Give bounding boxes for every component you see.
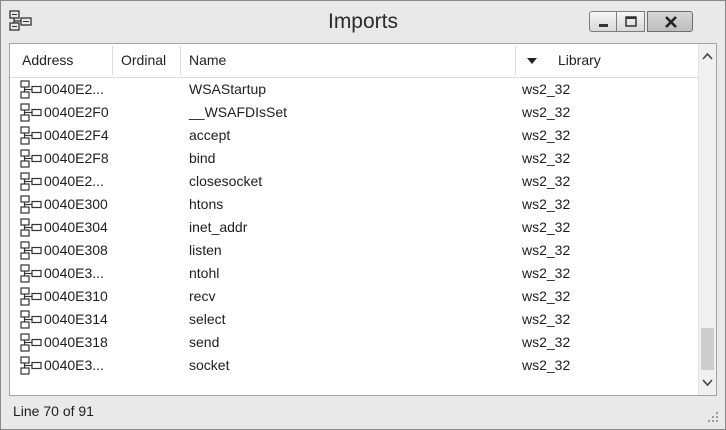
cell-library: ws2_32 xyxy=(522,173,571,189)
cell-address: 0040E2F0 xyxy=(44,104,109,120)
cell-library: ws2_32 xyxy=(522,104,571,120)
cell-library: ws2_32 xyxy=(522,288,571,304)
cell-library: ws2_32 xyxy=(522,150,571,166)
cell-library: ws2_32 xyxy=(522,265,571,281)
status-bar: Line 70 of 91 xyxy=(1,397,725,429)
table-row[interactable]: 0040E3... ntohl ws2_32 xyxy=(10,262,698,285)
vertical-scrollbar[interactable] xyxy=(698,44,716,395)
cell-name: accept xyxy=(189,127,231,143)
cell-name: recv xyxy=(189,288,216,304)
import-entry-icon xyxy=(20,80,42,99)
cell-address: 0040E2F4 xyxy=(44,127,109,143)
minimize-button[interactable] xyxy=(589,11,617,32)
scroll-up-icon[interactable] xyxy=(699,48,716,65)
table-row[interactable]: 0040E2F4 accept ws2_32 xyxy=(10,124,698,147)
cell-name: select xyxy=(189,311,226,327)
cell-name: inet_addr xyxy=(189,219,248,235)
import-entry-icon xyxy=(20,149,42,168)
resize-grip-icon[interactable] xyxy=(707,411,719,423)
table-row[interactable]: 0040E2F0 __WSAFDIsSet ws2_32 xyxy=(10,101,698,124)
imports-window: Imports Address Ordinal Name Library 004… xyxy=(0,0,726,430)
cell-name: send xyxy=(189,334,220,350)
table-row[interactable]: 0040E2... WSAStartup ws2_32 xyxy=(10,78,698,101)
list-header: Address Ordinal Name Library xyxy=(10,44,698,78)
import-entry-icon xyxy=(20,126,42,145)
table-row[interactable]: 0040E2... closesocket ws2_32 xyxy=(10,170,698,193)
import-entry-icon xyxy=(20,218,42,237)
column-divider[interactable] xyxy=(515,46,516,75)
column-divider[interactable] xyxy=(180,46,181,75)
table-row[interactable]: 0040E304 inet_addr ws2_32 xyxy=(10,216,698,239)
table-row[interactable]: 0040E310 recv ws2_32 xyxy=(10,285,698,308)
column-divider[interactable] xyxy=(112,46,113,75)
sort-descending-icon[interactable] xyxy=(527,57,537,65)
cell-address: 0040E314 xyxy=(44,311,108,327)
cell-name: listen xyxy=(189,242,222,258)
cell-library: ws2_32 xyxy=(522,196,571,212)
cell-address: 0040E318 xyxy=(44,334,108,350)
cell-name: closesocket xyxy=(189,173,263,189)
import-entry-icon xyxy=(20,333,42,352)
cell-address: 0040E2F8 xyxy=(44,150,109,166)
cell-name: socket xyxy=(189,357,230,373)
cell-address: 0040E308 xyxy=(44,242,108,258)
maximize-button[interactable] xyxy=(617,11,645,32)
column-header-library[interactable]: Library xyxy=(558,44,601,77)
cell-address: 0040E300 xyxy=(44,196,108,212)
title-bar[interactable]: Imports xyxy=(1,1,725,41)
cell-library: ws2_32 xyxy=(522,334,571,350)
scrollbar-thumb[interactable] xyxy=(701,328,714,370)
import-entry-icon xyxy=(20,103,42,122)
cell-address: 0040E2... xyxy=(44,81,104,97)
table-row[interactable]: 0040E318 send ws2_32 xyxy=(10,331,698,354)
cell-name: WSAStartup xyxy=(189,81,267,97)
table-row[interactable]: 0040E300 htons ws2_32 xyxy=(10,193,698,216)
import-entry-icon xyxy=(20,310,42,329)
cell-name: __WSAFDIsSet xyxy=(189,104,288,120)
close-icon xyxy=(665,16,677,28)
table-row[interactable]: 0040E2F8 bind ws2_32 xyxy=(10,147,698,170)
column-header-address[interactable]: Address xyxy=(22,44,73,77)
cell-name: ntohl xyxy=(189,265,220,281)
cell-address: 0040E3... xyxy=(44,265,104,281)
cell-library: ws2_32 xyxy=(522,219,571,235)
cell-name: bind xyxy=(189,150,216,166)
cell-library: ws2_32 xyxy=(522,311,571,327)
import-entry-icon xyxy=(20,195,42,214)
status-text: Line 70 of 91 xyxy=(13,403,94,419)
table-row[interactable]: 0040E3... socket ws2_32 xyxy=(10,354,698,377)
cell-library: ws2_32 xyxy=(522,357,571,373)
import-entry-icon xyxy=(20,356,42,375)
import-entry-icon xyxy=(20,264,42,283)
import-entry-icon xyxy=(20,241,42,260)
column-header-ordinal[interactable]: Ordinal xyxy=(121,44,166,77)
import-entry-icon xyxy=(20,287,42,306)
cell-address: 0040E304 xyxy=(44,219,108,235)
cell-library: ws2_32 xyxy=(522,81,571,97)
cell-address: 0040E3... xyxy=(44,357,104,373)
column-header-name[interactable]: Name xyxy=(189,44,226,77)
table-row[interactable]: 0040E308 listen ws2_32 xyxy=(10,239,698,262)
cell-address: 0040E310 xyxy=(44,288,108,304)
cell-address: 0040E2... xyxy=(44,173,104,189)
cell-library: ws2_32 xyxy=(522,127,571,143)
imports-list[interactable]: Address Ordinal Name Library 0040E2... W… xyxy=(9,43,717,396)
close-button[interactable] xyxy=(647,11,693,32)
maximize-icon xyxy=(625,16,637,27)
import-entry-icon xyxy=(20,172,42,191)
minimize-icon xyxy=(599,24,608,27)
cell-library: ws2_32 xyxy=(522,242,571,258)
scroll-down-icon[interactable] xyxy=(699,374,716,391)
table-row[interactable]: 0040E314 select ws2_32 xyxy=(10,308,698,331)
cell-name: htons xyxy=(189,196,224,212)
